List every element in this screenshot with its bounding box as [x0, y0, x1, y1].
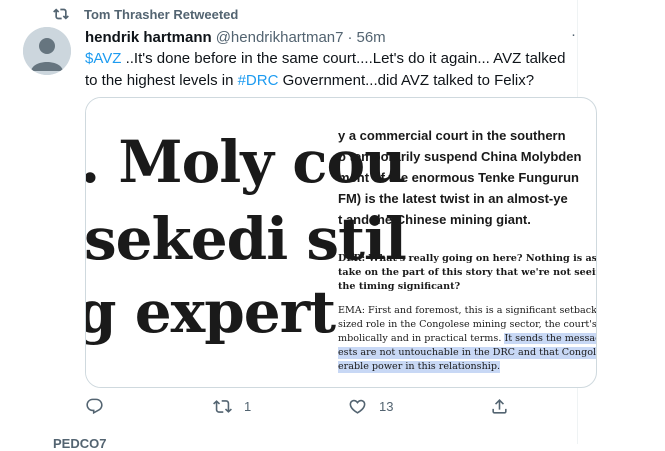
article-answer-line: sized role in the Congolese mining secto… — [338, 319, 596, 330]
share-icon — [492, 399, 507, 414]
media-headline-area: . Moly cou sekedi stil g expert — [85, 98, 407, 387]
article-bold-line: y a commercial court in the southern — [338, 128, 566, 143]
article-bold-line: FM) is the latest twist in an almost-ye — [338, 191, 568, 206]
retweet-banner-text: Tom Thrasher Retweeted — [84, 6, 239, 22]
like-button[interactable]: 13 — [348, 397, 393, 416]
article-bold-line: o temporarily suspend China Molybden — [338, 149, 582, 164]
reply-button[interactable] — [85, 397, 116, 416]
retweet-icon — [53, 8, 69, 20]
tweet-text: $AVZ ..It's done before in the same cour… — [85, 48, 577, 92]
media-article-text: y a commercial court in the southern o t… — [336, 98, 596, 387]
like-count: 13 — [379, 399, 394, 414]
heart-icon — [349, 399, 366, 414]
display-name[interactable]: hendrik hartmann — [85, 29, 212, 46]
default-avatar-icon — [23, 27, 71, 75]
article-answer-line-highlighted: ests are not untouchable in the DRC and … — [338, 347, 596, 359]
header-separator: · — [347, 28, 353, 46]
user-handle[interactable]: @hendrikhartman7 — [216, 29, 344, 46]
article-bold-line: ment of the enormous Tenke Fungurun — [338, 170, 579, 185]
tweet-timestamp[interactable]: 56m — [356, 29, 385, 46]
tweet-actions: 1 13 — [85, 397, 565, 421]
article-answer-line: mbolically and in practical terms. It se… — [338, 333, 596, 345]
headline-line-3: g expert — [85, 278, 336, 346]
article-question-line: DER: What's really going on here? Nothin… — [338, 253, 596, 264]
retweet-banner[interactable]: Tom Thrasher Retweeted — [53, 5, 238, 23]
reply-icon — [86, 398, 103, 415]
hashtag-link[interactable]: #DRC — [238, 72, 279, 89]
more-options-button[interactable]: · — [571, 26, 576, 43]
article-answer-line-highlighted: erable power in this relationship. — [338, 361, 501, 373]
article-answer-text: mbolically and in practical terms. — [338, 333, 505, 344]
article-question-line: take on the part of this story that we'r… — [338, 267, 596, 278]
retweet-icon — [213, 400, 232, 413]
retweet-count: 1 — [244, 399, 252, 414]
share-button[interactable] — [490, 397, 521, 416]
tweet-media-image[interactable]: . Moly cou sekedi stil g expert y a comm… — [85, 97, 597, 388]
article-bold-line: t and the Chinese mining giant. — [338, 212, 531, 227]
article-question-line: the timing significant? — [338, 281, 461, 292]
tweet-header: hendrik hartmann @hendrikhartman7 · 56m — [85, 27, 386, 47]
tweet-text-part2: Government...did AVZ talked to Felix? — [278, 72, 535, 89]
cashtag-link[interactable]: $AVZ — [85, 50, 121, 67]
avatar[interactable] — [23, 27, 71, 75]
article-highlight: It sends the message t — [504, 333, 596, 344]
retweet-button[interactable]: 1 — [213, 397, 251, 416]
article-answer-line: EMA: First and foremost, this is a signi… — [338, 305, 596, 316]
